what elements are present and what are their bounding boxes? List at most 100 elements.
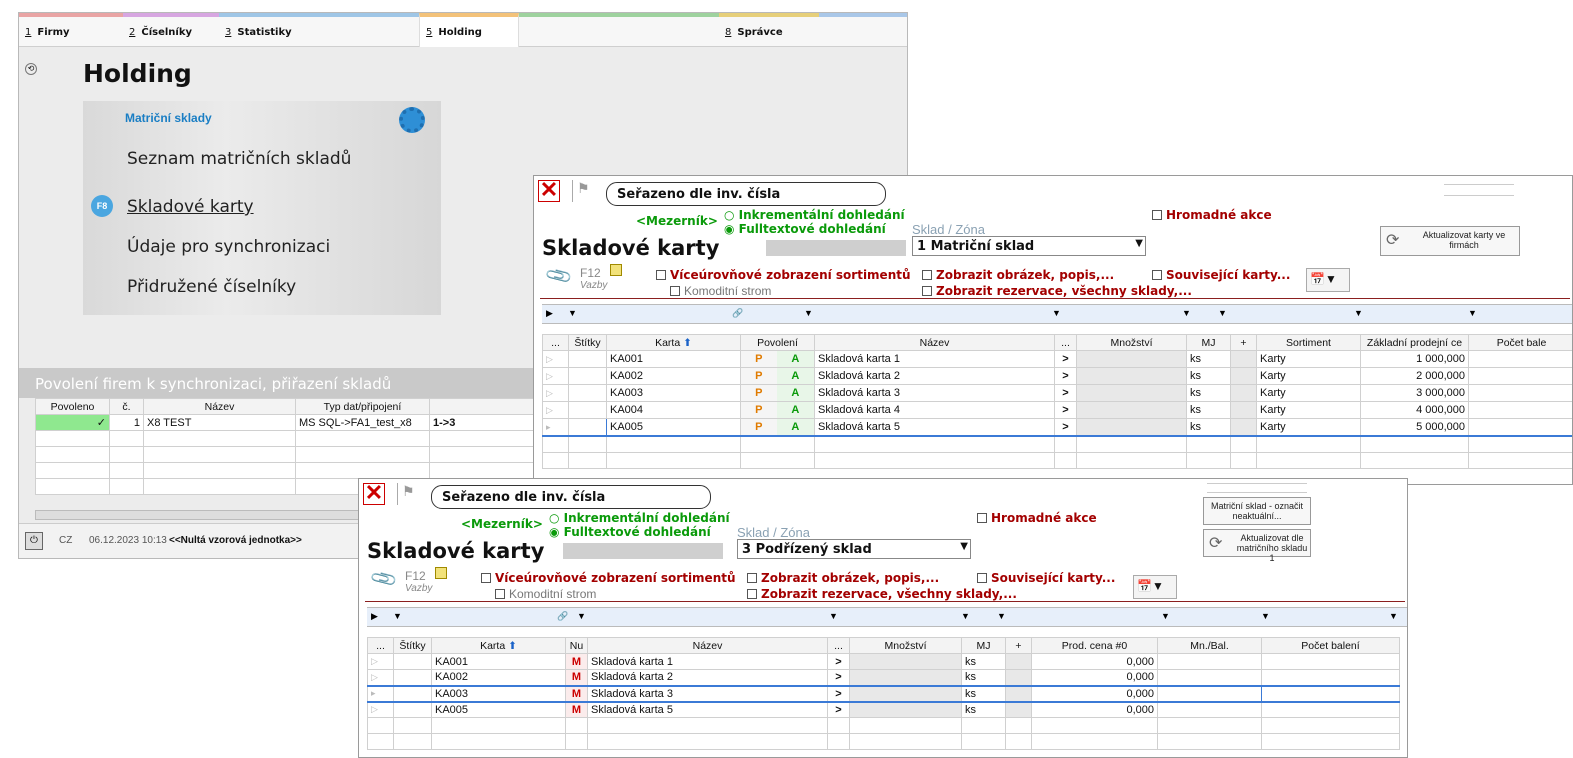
sort-up-icon: ⬆ [683,336,692,349]
gear-icon[interactable] [399,107,425,133]
multilevel-checkbox[interactable]: Víceúrovňové zobrazení sortimentů [481,571,736,585]
chevron-down-icon[interactable]: ▼ [1218,308,1227,318]
incremental-search-radio[interactable]: ○ Inkrementální dohledání [724,208,905,222]
mark-outdated-button[interactable]: Matriční sklad - označit neaktuální... [1203,497,1311,525]
chevron-down-icon[interactable]: ▼ [568,308,577,318]
show-image-checkbox[interactable]: Zobrazit obrázek, popis,... [747,571,939,585]
table-row[interactable]: ▷ KA005 M Skladová karta 5 > ks 0,000 [367,701,1400,718]
tab-ciselniky[interactable]: 2 Číselníky [123,13,219,47]
sort-indicator[interactable]: Seřazeno dle inv. čísla [606,182,886,206]
show-reservations-checkbox[interactable]: Zobrazit rezervace, všechny sklady,... [922,284,1192,298]
chevron-down-icon[interactable]: ▼ [1182,308,1191,318]
tab-spravce[interactable]: 8 Správce [719,13,819,47]
cards-table: ... Štítky Karta ⬆ Nu Název ... Množství… [367,637,1400,750]
menu-item-pridruzene[interactable]: Přidružené číselníky [127,277,296,297]
related-cards-checkbox[interactable]: Související karty... [1152,268,1290,282]
update-cards-button[interactable]: Aktualizovat karty ve firmách [1380,226,1520,256]
col-povoleno[interactable]: Povoleno [35,398,110,415]
module-tabs: 1 Firmy 2 Číselníky 3 Statistiky 5 Holding 8… [19,13,907,47]
col-typ[interactable]: Typ dat/připojení [295,398,430,415]
paperclip-filter-icon[interactable]: 🔗 [732,308,743,319]
col-karta[interactable]: Karta ⬆ [606,334,741,351]
filter-row[interactable]: ▶ ▼ 🔗 ▼ ▼ ▼ ▼ ▼ ▼ ▼ [367,607,1407,627]
povoleno-checkbox[interactable]: ✓ [35,414,110,431]
commodity-tree-checkbox[interactable]: Komoditní strom [495,587,596,601]
col-nazev[interactable]: Název [143,398,296,415]
chevron-down-icon[interactable]: ▼ [804,308,813,318]
zone-select[interactable]: 3 Podřízený sklad ▼ [737,539,971,559]
flag-filter-icon[interactable]: ▶ [371,611,378,622]
fulltext-search-radio[interactable]: ◉ Fulltextové dohledání [549,525,711,539]
close-icon[interactable]: ✕ [363,482,385,505]
chevron-down-icon[interactable]: ▼ [577,611,586,621]
close-icon[interactable]: ✕ [538,179,560,202]
skladove-karty-window-2: ✕ ⚑ Seřazeno dle inv. čísla <Mezerník> ○… [358,478,1408,758]
show-reservations-checkbox[interactable]: Zobrazit rezervace, všechny sklady,... [747,587,1017,601]
f12-label: F12 [580,266,601,280]
fulltext-search-radio[interactable]: ◉ Fulltextové dohledání [724,222,886,236]
flag-filter-icon[interactable]: ▶ [546,308,553,319]
chevron-down-icon: ▼ [1135,238,1143,249]
note-icon[interactable] [610,264,622,276]
history-icon[interactable]: ⟲ [25,63,37,75]
tab-holding[interactable]: 5 Holding [419,13,519,47]
calendar-icon[interactable]: 📅▼ [1133,575,1177,599]
tab-statistiky[interactable]: 3 Statistiky [219,13,419,47]
table-row[interactable]: ▷ KA004 P A Skladová karta 4 > ks Karty 4 000,00… [542,401,1572,419]
show-image-checkbox[interactable]: Zobrazit obrázek, popis,... [922,268,1114,282]
table-row[interactable]: ▷ KA002 P A Skladová karta 2 > ks Karty 2 000,00… [542,367,1572,385]
multilevel-checkbox[interactable]: Víceúrovňové zobrazení sortimentů [656,268,911,282]
table-row[interactable]: ▸ KA003 M Skladová karta 3 > ks 0,000 [367,685,1400,702]
chevron-down-icon[interactable]: ▼ [1354,308,1363,318]
col-karta[interactable]: Karta ⬆ [431,637,566,654]
bulk-actions-checkbox[interactable]: Hromadné akce [977,511,1097,525]
menu-item-udaje[interactable]: Údaje pro synchronizaci [127,237,330,257]
flag-icon[interactable]: ⚑ [572,180,592,202]
sort-indicator[interactable]: Seřazeno dle inv. čísla [431,485,711,509]
paperclip-icon[interactable]: 📎 [544,261,574,291]
status-datetime: 06.12.2023 10:13 [89,535,167,546]
chevron-down-icon[interactable]: ▼ [961,611,970,621]
page-title: Holding [83,59,192,88]
tab-firmy[interactable]: 1 Firmy [19,13,123,47]
calendar-icon[interactable]: 📅▼ [1306,268,1350,292]
separator [365,601,1405,602]
table-row[interactable]: ▷ KA002 M Skladová karta 2 > ks 0,000 [367,669,1400,686]
flag-icon[interactable]: ⚑ [397,483,417,505]
chevron-down-icon[interactable]: ▼ [829,611,838,621]
status-unit[interactable]: <<Nultá vzorová jednotka>> [169,535,302,546]
language-indicator: CZ [59,535,73,546]
bulk-actions-checkbox[interactable]: Hromadné akce [1152,208,1272,222]
sort-up-icon: ⬆ [508,639,517,652]
filter-row[interactable]: ▶ ▼ 🔗 ▼ ▼ ▼ ▼ ▼ ▼ [542,304,1572,324]
vazby-label: Vazby [405,583,433,594]
table-row[interactable]: ▷ KA001 P A Skladová karta 1 > ks Karty 1 000,00… [542,350,1572,368]
cards-table: ... Štítky Karta ⬆ Povolení Název ... Mn… [542,334,1572,469]
paperclip-icon[interactable]: 📎 [369,564,399,594]
grip-handle[interactable] [1444,184,1514,196]
chevron-down-icon[interactable]: ▼ [1261,611,1270,621]
menu-item-seznam[interactable]: Seznam matričních skladů [127,149,351,169]
col-cislo[interactable]: č. [109,398,144,415]
note-icon[interactable] [435,567,447,579]
chevron-down-icon[interactable]: ▼ [1389,611,1398,621]
chevron-down-icon[interactable]: ▼ [997,611,1006,621]
related-cards-checkbox[interactable]: Související karty... [977,571,1115,585]
power-icon[interactable]: ⏻ [25,532,43,550]
commodity-tree-checkbox[interactable]: Komoditní strom [670,284,771,298]
chevron-down-icon[interactable]: ▼ [393,611,402,621]
chevron-down-icon[interactable]: ▼ [1161,611,1170,621]
zone-select[interactable]: 1 Matriční sklad ▼ [912,236,1146,256]
table-row[interactable]: ▷ KA001 M Skladová karta 1 > ks 0,000 [367,653,1400,670]
menu-item-skladove-karty[interactable]: Skladové karty [127,197,254,217]
chevron-down-icon[interactable]: ▼ [1468,308,1477,318]
table-row[interactable]: ▷ KA003 P A Skladová karta 3 > ks Karty 3 000,00… [542,384,1572,402]
incremental-search-radio[interactable]: ○ Inkrementální dohledání [549,511,730,525]
search-input[interactable] [563,543,723,559]
grip-handle[interactable] [1207,483,1307,493]
chevron-down-icon[interactable]: ▼ [1052,308,1061,318]
search-input[interactable] [766,240,906,256]
window-title: Skladové karty [542,236,720,260]
table-row[interactable]: ▸ KA005 P A Skladová karta 5 > ks Karty 5 000,00… [542,418,1572,437]
paperclip-filter-icon[interactable]: 🔗 [557,611,568,622]
